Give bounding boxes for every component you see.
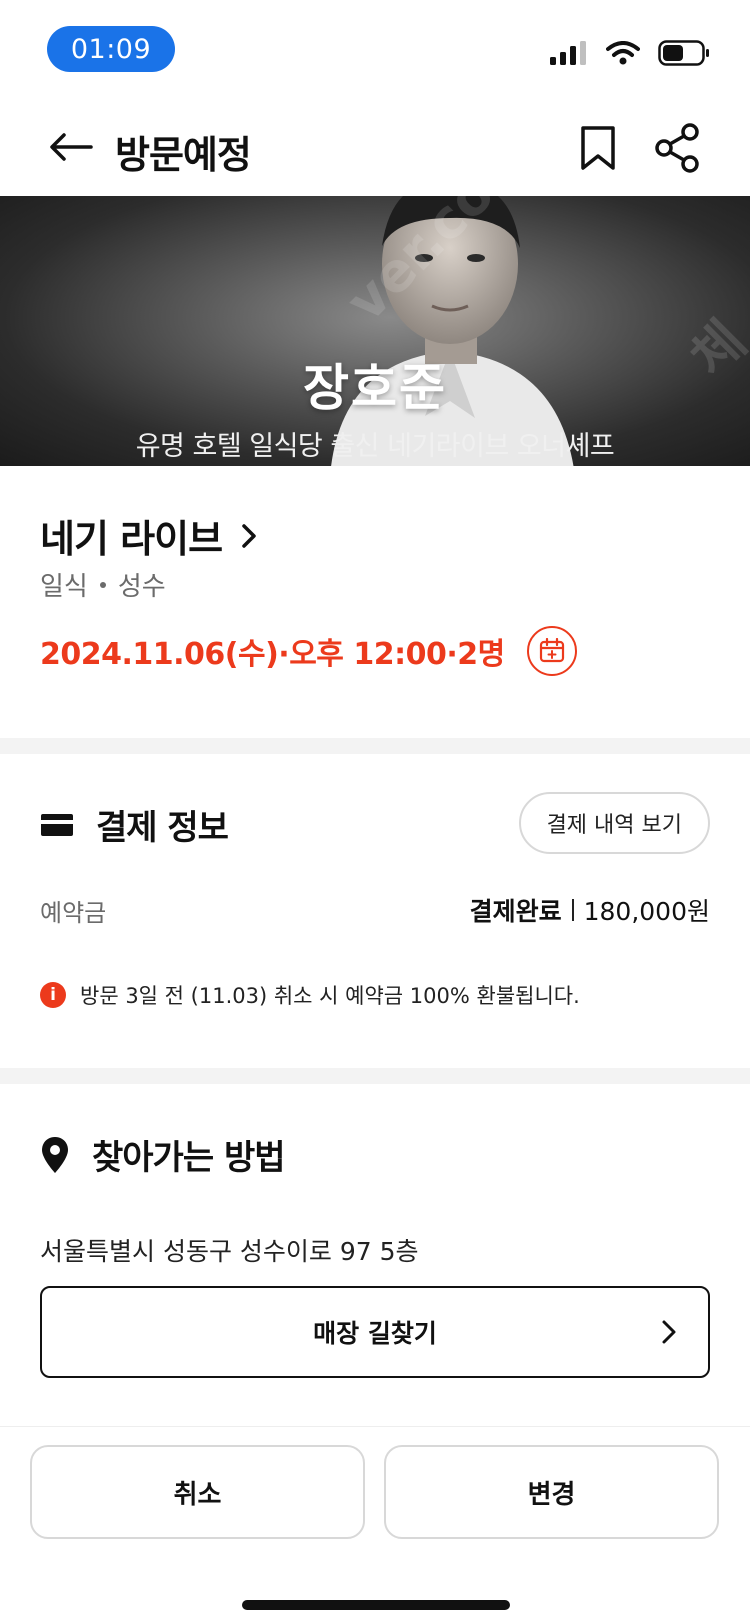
bookmark-button[interactable] bbox=[575, 120, 621, 176]
find-route-button[interactable]: 매장 길찾기 bbox=[40, 1286, 710, 1378]
payment-section: 결제 정보 결제 내역 보기 예약금 결제완료 180,000원 i 방문 3일… bbox=[0, 754, 750, 1068]
directions-header: 찾아가는 방법 bbox=[40, 1130, 286, 1179]
deposit-amount: 180,000원 bbox=[583, 897, 710, 926]
signal-icon bbox=[550, 41, 586, 65]
calendar-icon bbox=[539, 638, 564, 663]
find-route-label: 매장 길찾기 bbox=[313, 1319, 437, 1348]
restaurant-info: 네기 라이브 일식 성수 2024.11.06(수)·오후 12:00·2명 bbox=[0, 466, 750, 738]
restaurant-name: 네기 라이브 bbox=[40, 517, 223, 561]
location-pin-icon bbox=[42, 1136, 68, 1173]
bottom-action-bar: 취소 변경 bbox=[0, 1426, 750, 1624]
deposit-value: 결제완료 180,000원 bbox=[470, 892, 710, 928]
top-header: 방문예정 bbox=[0, 100, 750, 196]
area-label: 성수 bbox=[117, 572, 166, 602]
chef-hero-banner: ver.co 체 장호준 유명 호텔 일식당 출신 네기라이브 오너셰프 bbox=[0, 196, 750, 466]
payment-header: 결제 정보 bbox=[40, 800, 229, 849]
share-icon bbox=[655, 123, 699, 173]
page-title: 방문예정 bbox=[115, 133, 252, 177]
chef-name: 장호준 bbox=[303, 359, 447, 417]
refund-notice-text: 방문 3일 전 (11.03) 취소 시 예약금 100% 환불됩니다. bbox=[80, 984, 580, 1008]
cancel-reservation-button[interactable]: 취소 bbox=[30, 1445, 365, 1539]
refund-notice: i 방문 3일 전 (11.03) 취소 시 예약금 100% 환불됩니다. bbox=[40, 980, 580, 1010]
directions-section: 찾아가는 방법 서울특별시 성동구 성수이로 97 5층 매장 길찾기 bbox=[0, 1084, 750, 1424]
share-button[interactable] bbox=[652, 120, 702, 176]
status-bar: 01:09 bbox=[0, 0, 750, 96]
wifi-icon bbox=[606, 41, 640, 65]
deposit-row: 예약금 결제완료 180,000원 bbox=[40, 892, 710, 928]
visit-datetime: 2024.11.06(수)·오후 12:00·2명 bbox=[40, 637, 505, 672]
home-indicator[interactable] bbox=[242, 1600, 510, 1610]
chevron-right-icon bbox=[662, 1320, 676, 1344]
add-calendar-button[interactable] bbox=[526, 626, 577, 676]
deposit-label: 예약금 bbox=[40, 898, 107, 927]
section-divider bbox=[0, 738, 750, 754]
payment-status: 결제완료 bbox=[469, 897, 562, 926]
address-text: 서울특별시 성동구 성수이로 97 5층 bbox=[40, 1237, 419, 1266]
status-icons bbox=[550, 40, 710, 66]
chef-subtitle: 유명 호텔 일식당 출신 네기라이브 오너셰프 bbox=[135, 431, 615, 462]
meta-separator bbox=[99, 581, 106, 588]
bookmark-icon bbox=[581, 126, 615, 170]
chevron-right-icon bbox=[242, 523, 256, 548]
status-time: 01:09 bbox=[47, 26, 175, 72]
section-divider bbox=[0, 1068, 750, 1084]
directions-title: 찾아가는 방법 bbox=[92, 1138, 286, 1178]
cuisine-label: 일식 bbox=[40, 572, 88, 602]
restaurant-name-link[interactable]: 네기 라이브 bbox=[40, 508, 258, 563]
restaurant-meta: 일식 성수 bbox=[40, 566, 166, 603]
value-separator bbox=[571, 899, 574, 921]
payment-title: 결제 정보 bbox=[96, 808, 229, 848]
info-icon: i bbox=[40, 982, 66, 1008]
back-button[interactable] bbox=[46, 122, 96, 172]
battery-icon bbox=[658, 40, 709, 66]
back-arrow-icon bbox=[50, 133, 93, 161]
visit-info-row: 2024.11.06(수)·오후 12:00·2명 bbox=[40, 626, 577, 676]
card-icon bbox=[41, 813, 73, 836]
change-reservation-button[interactable]: 변경 bbox=[384, 1445, 719, 1539]
payment-history-button[interactable]: 결제 내역 보기 bbox=[518, 792, 710, 854]
